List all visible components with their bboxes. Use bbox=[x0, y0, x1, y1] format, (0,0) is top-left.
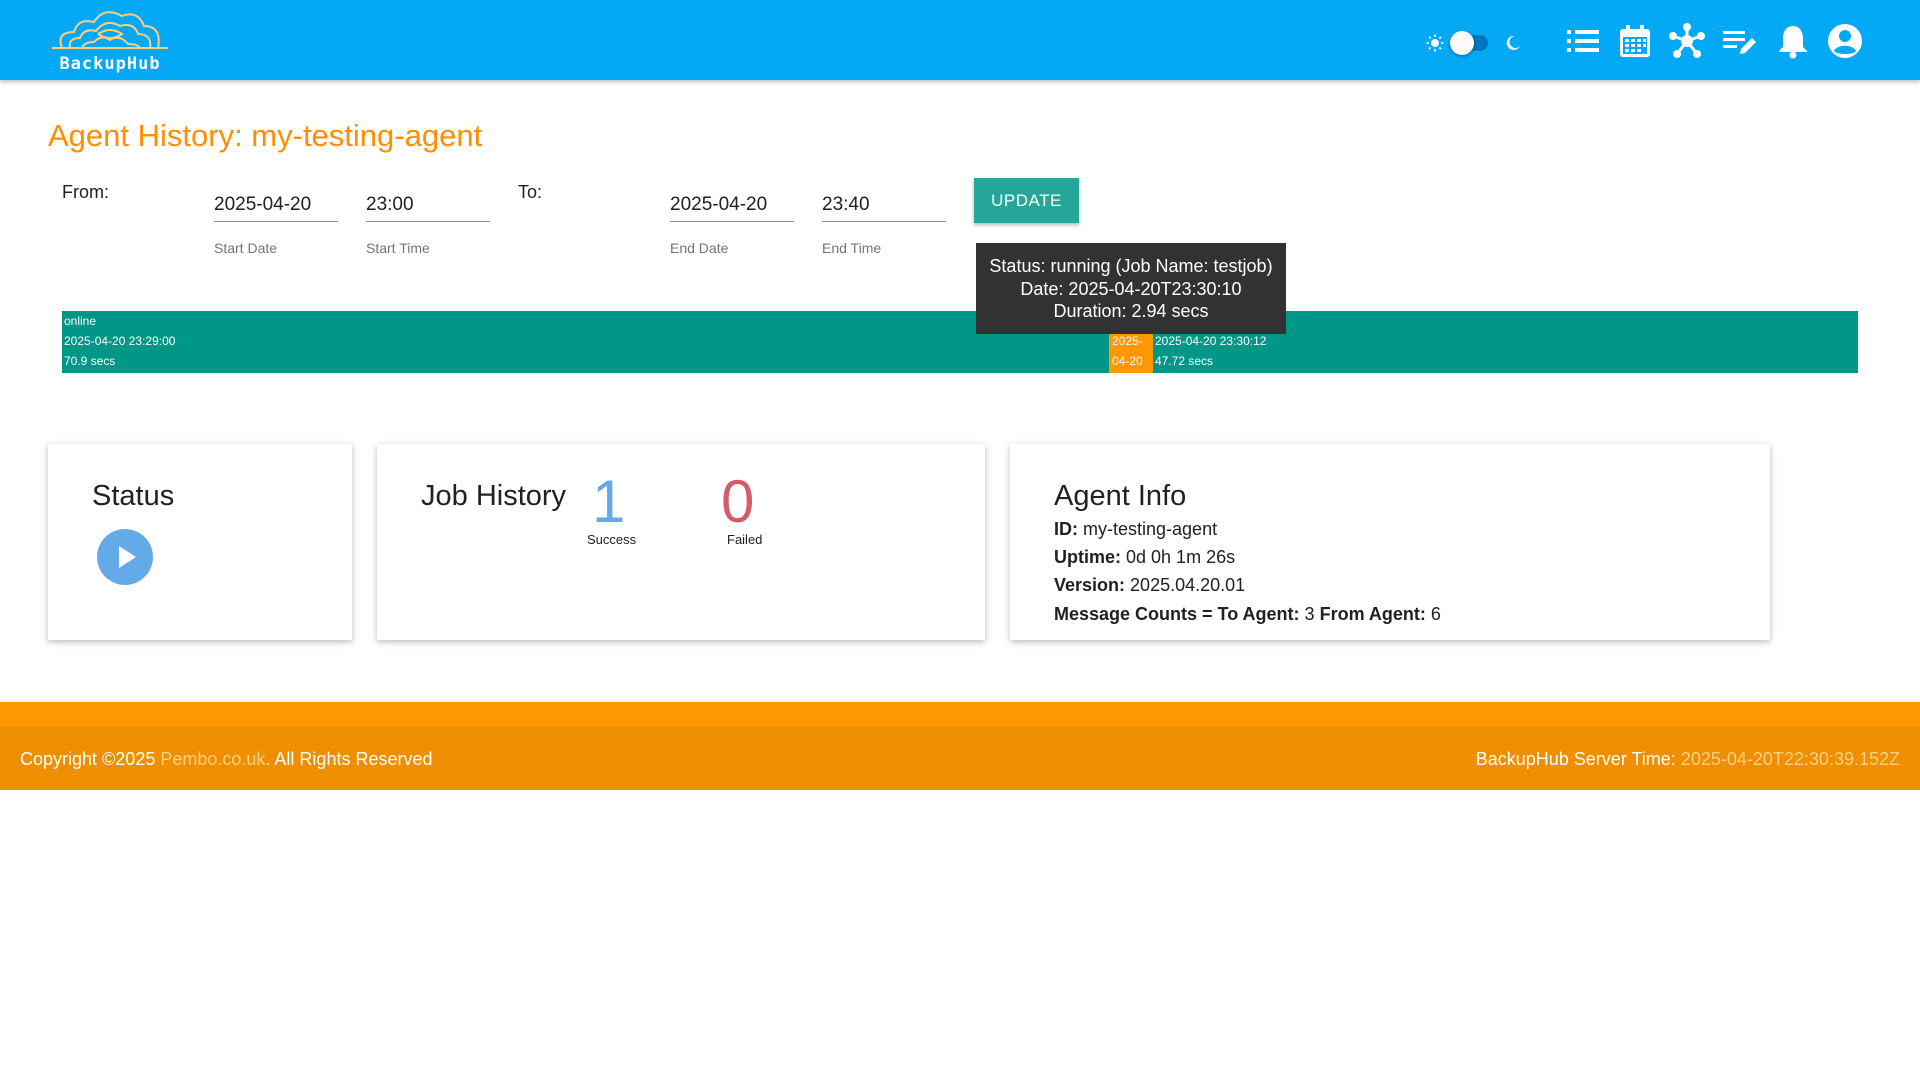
end-time-hint: End Time bbox=[822, 240, 882, 256]
app-header: BackupHub bbox=[0, 0, 1920, 80]
copyright-suffix: . All Rights Reserved bbox=[265, 749, 433, 769]
theme-toggle[interactable] bbox=[1424, 28, 1524, 58]
logo-text: BackupHub bbox=[59, 54, 161, 74]
from-label: From: bbox=[62, 182, 109, 202]
toggle-knob[interactable] bbox=[1450, 31, 1474, 55]
running-segment-line2: 04-20 bbox=[1112, 354, 1143, 368]
tooltip-status: Status: running (Job Name: testjob) bbox=[989, 256, 1273, 276]
success-label: Success bbox=[587, 532, 637, 547]
end-date-hint: End Date bbox=[670, 240, 729, 256]
failed-count[interactable]: 0 bbox=[721, 472, 754, 532]
moon-icon bbox=[1506, 35, 1520, 50]
agent-id-row: ID: my-testing-agent bbox=[1054, 519, 1217, 540]
cloud-logo-icon bbox=[52, 11, 168, 49]
running-segment-line1: 2025- bbox=[1112, 334, 1143, 348]
agent-id-label: ID: bbox=[1054, 519, 1078, 539]
network-icon[interactable] bbox=[1668, 22, 1706, 60]
failed-label: Failed bbox=[727, 532, 763, 547]
sun-icon bbox=[1426, 34, 1444, 52]
start-date-hint: Start Date bbox=[214, 240, 278, 256]
job-history-card: Job History 1 Success 0 Failed bbox=[377, 444, 985, 640]
bell-icon[interactable] bbox=[1774, 22, 1812, 60]
list-icon[interactable] bbox=[1564, 22, 1602, 60]
segment-start: 2025-04-20 23:29:00 bbox=[64, 334, 176, 348]
account-icon[interactable] bbox=[1826, 22, 1864, 60]
edit-list-icon[interactable] bbox=[1720, 22, 1758, 60]
status-play-button[interactable] bbox=[97, 529, 153, 585]
server-time: BackupHub Server Time: 2025-04-20T22:30:… bbox=[1476, 749, 1900, 770]
uptime-value: 0d 0h 1m 26s bbox=[1126, 547, 1236, 567]
agent-timeline[interactable]: online 2025-04-20 23:29:00 70.9 secs 202… bbox=[62, 311, 1858, 373]
segment-duration: 70.9 secs bbox=[64, 354, 116, 368]
to-agent-count: 3 bbox=[1304, 604, 1315, 624]
agent-info-title: Agent Info bbox=[1054, 480, 1187, 512]
segment3-duration: 47.72 secs bbox=[1155, 354, 1214, 368]
from-agent-count: 6 bbox=[1430, 604, 1441, 624]
agent-id-value: my-testing-agent bbox=[1083, 519, 1218, 539]
timeline-tooltip: Status: running (Job Name: testjob) Date… bbox=[976, 243, 1286, 334]
start-time-input[interactable] bbox=[366, 176, 490, 222]
success-count[interactable]: 1 bbox=[592, 472, 625, 532]
status-card: Status bbox=[48, 444, 352, 640]
page-footer: Copyright ©2025 Pembo.co.uk. All Rights … bbox=[0, 727, 1920, 790]
footer-accent-bar bbox=[0, 702, 1920, 727]
message-counts-label: Message Counts = To Agent: bbox=[1054, 604, 1300, 624]
uptime-label: Uptime: bbox=[1054, 547, 1121, 567]
copyright-prefix: Copyright ©2025 bbox=[20, 749, 156, 769]
update-button[interactable]: UPDATE bbox=[974, 178, 1079, 223]
server-time-label: BackupHub Server Time: bbox=[1475, 749, 1676, 769]
end-date-field: End Date bbox=[670, 176, 794, 256]
job-history-title: Job History bbox=[421, 480, 567, 512]
message-counts-row: Message Counts = To Agent: 3 From Agent:… bbox=[1054, 604, 1441, 625]
play-icon bbox=[119, 546, 136, 568]
backuphub-logo[interactable]: BackupHub bbox=[48, 4, 172, 78]
segment3-start: 2025-04-20 23:30:12 bbox=[1155, 334, 1267, 348]
start-date-input[interactable] bbox=[214, 176, 338, 222]
version-value: 2025.04.20.01 bbox=[1130, 575, 1246, 595]
to-label: To: bbox=[518, 182, 543, 202]
running-job-segment[interactable]: 2025- 04-20 bbox=[1109, 331, 1153, 373]
end-date-input[interactable] bbox=[670, 176, 794, 222]
from-agent-label: From Agent: bbox=[1319, 604, 1426, 624]
version-row: Version: 2025.04.20.01 bbox=[1054, 575, 1245, 596]
end-time-field: End Time bbox=[822, 176, 946, 256]
pembo-link[interactable]: Pembo.co.uk bbox=[160, 749, 265, 769]
agent-info-card: Agent Info ID: my-testing-agent Uptime: … bbox=[1010, 444, 1770, 640]
tooltip-duration: Duration: 2.94 secs bbox=[1053, 301, 1209, 321]
calendar-icon[interactable] bbox=[1616, 22, 1654, 60]
segment-status: online bbox=[64, 314, 97, 328]
start-time-field: Start Time bbox=[366, 176, 490, 256]
page-title: Agent History: my-testing-agent bbox=[48, 118, 483, 153]
tooltip-date: Date: 2025-04-20T23:30:10 bbox=[1020, 278, 1242, 299]
end-time-input[interactable] bbox=[822, 176, 946, 222]
copyright-text: Copyright ©2025 Pembo.co.uk. All Rights … bbox=[20, 749, 433, 770]
server-time-value: 2025-04-20T22:30:39.152Z bbox=[1680, 749, 1900, 769]
status-card-title: Status bbox=[92, 480, 175, 512]
start-time-hint: Start Time bbox=[366, 240, 430, 256]
uptime-row: Uptime: 0d 0h 1m 26s bbox=[1054, 547, 1235, 568]
version-label: Version: bbox=[1054, 575, 1126, 595]
start-date-field: Start Date bbox=[214, 176, 338, 256]
